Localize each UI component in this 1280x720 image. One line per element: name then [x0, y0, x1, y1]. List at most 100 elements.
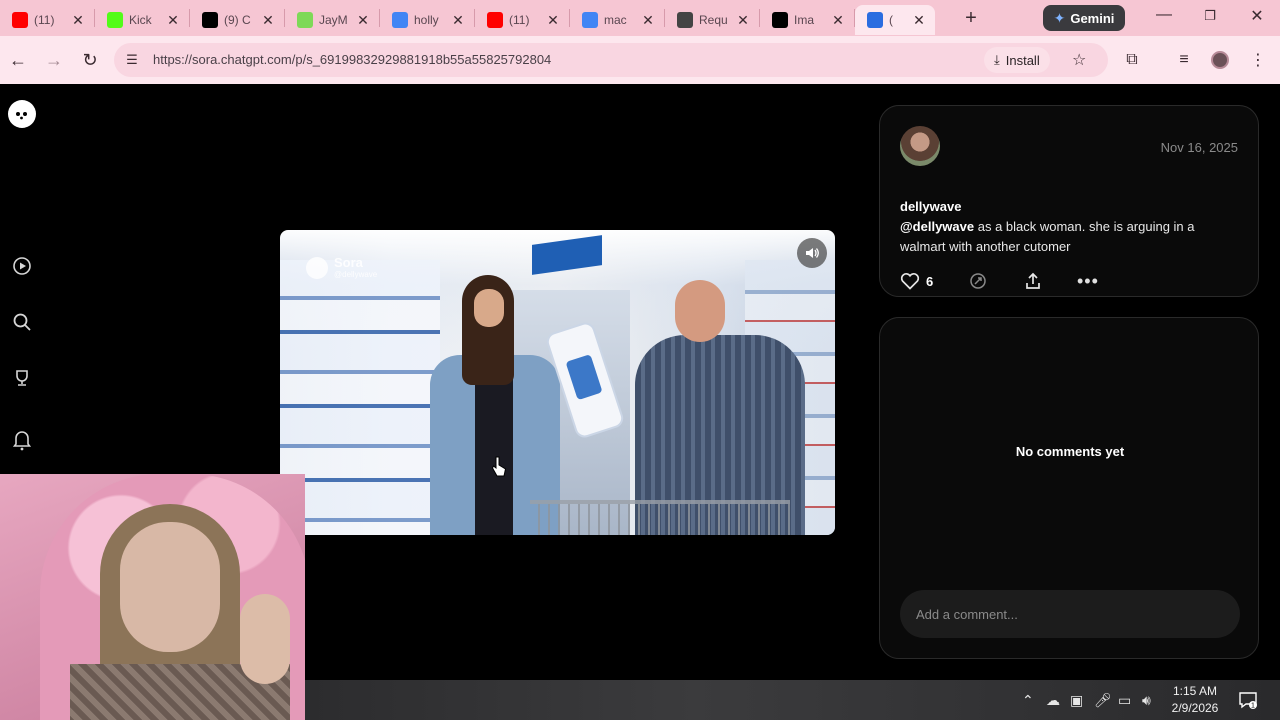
browser-tab[interactable]: (11) ✕ [475, 5, 569, 35]
volume-icon[interactable]: 🔊︎ [1142, 692, 1151, 709]
toolbar: ← → ↻ ☰ https://sora.chatgpt.com/p/s_691… [0, 36, 1280, 84]
sora-watermark: Sora @dellywave [306, 256, 377, 279]
close-tab-icon[interactable]: ✕ [545, 12, 561, 29]
close-tab-icon[interactable]: ✕ [355, 12, 371, 29]
install-button[interactable]: ⤓ Install [984, 47, 1050, 73]
browser-tab[interactable]: Kick ✕ [95, 5, 189, 35]
tab-title: Requ [699, 13, 728, 27]
media-controls-icon[interactable]: ≡ [1174, 50, 1194, 70]
trophy-icon[interactable] [10, 366, 34, 390]
forward-button[interactable]: → [42, 48, 66, 72]
microphone-icon[interactable]: 🎤︎ [1094, 692, 1112, 709]
tab-title: Ima [794, 13, 815, 27]
sora-watermark-icon [306, 256, 328, 279]
site-info-icon[interactable]: ☰ [124, 52, 140, 68]
browser-tab[interactable]: JayM ✕ [285, 5, 379, 35]
back-button[interactable]: ← [6, 48, 30, 72]
post-username[interactable]: dellywave [900, 199, 961, 214]
tab-title: mac [604, 13, 627, 27]
video-player[interactable]: Sora @dellywave [280, 230, 835, 535]
install-icon: ⤓ [994, 52, 1000, 67]
restore-icon[interactable]: ❐ [1198, 8, 1222, 24]
tab-title: (11) [509, 13, 530, 27]
tab-title: (9) C [224, 13, 251, 27]
more-options-icon[interactable]: ••• [1077, 270, 1099, 292]
browser-tab[interactable]: Ima ✕ [760, 5, 854, 35]
new-tab-button[interactable]: + [955, 2, 987, 34]
gemini-label: Gemini [1070, 10, 1115, 26]
video-frame-sign [532, 235, 602, 275]
browser-tab[interactable]: (11) ✕ [0, 5, 94, 35]
browser-tab[interactable]: holly ✕ [380, 5, 474, 35]
menu-icon[interactable]: ⋮ [1248, 50, 1268, 70]
close-tab-icon[interactable]: ✕ [640, 12, 656, 29]
clock-date: 2/9/2026 [1171, 701, 1219, 715]
share-icon [1026, 272, 1040, 289]
close-tab-icon[interactable]: ✕ [70, 12, 86, 29]
video-frame-man [635, 280, 805, 535]
address-bar[interactable]: ☰ https://sora.chatgpt.com/p/s_691998329… [114, 43, 1108, 77]
tab-title: Kick [129, 13, 152, 27]
sora-logo-icon[interactable] [8, 100, 36, 128]
remix-button[interactable] [968, 270, 988, 292]
browser-tab[interactable]: (9) C ✕ [190, 5, 284, 35]
search-icon[interactable] [10, 310, 34, 334]
reload-button[interactable]: ↻ [78, 48, 102, 72]
google-icon [392, 12, 408, 28]
post-caption: @dellywave as a black woman. she is argu… [900, 217, 1240, 257]
webcam-hand [240, 594, 290, 684]
openai-icon [772, 12, 788, 28]
tray-chevron-icon[interactable]: ⌃ [1022, 692, 1034, 709]
post-date: Nov 16, 2025 [1160, 140, 1238, 155]
notification-count: 1 [1251, 703, 1255, 710]
browser-tab[interactable]: (✕ [855, 5, 935, 35]
gemini-button[interactable]: ✦ Gemini [1043, 5, 1125, 31]
sora-icon [867, 12, 883, 28]
close-window-icon[interactable]: ✕ [1245, 6, 1269, 26]
network-icon[interactable]: ▭ [1118, 692, 1131, 709]
close-tab-icon[interactable]: ✕ [830, 12, 846, 29]
watermark-brand: Sora [334, 255, 363, 270]
meet-now-icon[interactable]: ▣ [1070, 692, 1083, 709]
onedrive-icon[interactable]: ☁ [1046, 692, 1060, 709]
notification-bell-icon[interactable] [10, 428, 34, 452]
webcam-overlay [0, 474, 305, 720]
youtube-icon [12, 12, 28, 28]
empty-comments-text: No comments yet [1015, 444, 1125, 459]
youtube-icon [487, 12, 503, 28]
tab-title: holly [414, 13, 439, 27]
close-tab-icon[interactable]: ✕ [260, 12, 276, 29]
like-count: 6 [926, 273, 934, 289]
author-avatar[interactable] [900, 126, 940, 166]
heart-icon [900, 273, 920, 290]
watermark-handle: @dellywave [334, 270, 378, 279]
close-tab-icon[interactable]: ✕ [735, 12, 751, 29]
url-text[interactable]: https://sora.chatgpt.com/p/s_69199832929… [153, 52, 551, 67]
gemini-icon: ✦ [1053, 9, 1066, 26]
tab-title: ( [889, 13, 893, 27]
browser-tab[interactable]: Requ ✕ [665, 5, 759, 35]
post-card: Nov 16, 2025 dellywave @dellywave as a b… [879, 105, 1259, 297]
remix-icon [970, 273, 986, 289]
like-button[interactable]: 6 [900, 270, 933, 292]
comments-panel: No comments yet [879, 317, 1259, 659]
windows-taskbar: ⌃ ☁ ▣ 🎤︎ ▭ 🔊︎ [305, 680, 1280, 720]
comment-input[interactable] [900, 590, 1240, 638]
close-tab-icon[interactable]: ✕ [165, 12, 181, 29]
openai-icon [677, 12, 693, 28]
close-tab-icon[interactable]: ✕ [911, 12, 927, 29]
bookmark-star-icon[interactable]: ☆ [1072, 50, 1086, 70]
system-clock[interactable]: 1:15 AM 2/9/2026 [1170, 683, 1220, 717]
profile-avatar[interactable] [1210, 50, 1230, 70]
x-icon [202, 12, 218, 28]
caption-mention[interactable]: @dellywave [900, 219, 974, 234]
browser-tab[interactable]: mac ✕ [570, 5, 664, 35]
close-tab-icon[interactable]: ✕ [450, 12, 466, 29]
extensions-icon[interactable]: ⧉ [1122, 50, 1142, 70]
share-button[interactable] [1023, 270, 1043, 292]
home-play-icon[interactable] [10, 254, 34, 278]
notification-center-icon[interactable]: 1 [1238, 690, 1258, 710]
sound-toggle-icon[interactable] [797, 238, 827, 268]
minimize-icon[interactable]: — [1152, 6, 1176, 24]
video-frame-cart [530, 500, 790, 535]
